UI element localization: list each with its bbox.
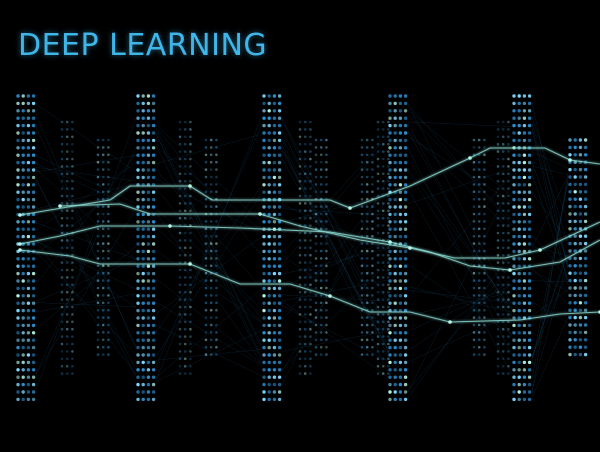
connection-line — [155, 227, 263, 323]
connection-line — [281, 197, 389, 372]
connection-line — [531, 192, 569, 241]
connection-line — [531, 301, 569, 324]
trace-node — [18, 248, 22, 252]
connection-line — [407, 104, 513, 226]
neuron-column-depth — [60, 120, 74, 375]
neural-network-graphic — [16, 94, 600, 402]
connection-line — [35, 240, 137, 308]
connection-line — [155, 123, 263, 367]
connection-line — [407, 131, 513, 317]
neuron-column — [388, 94, 408, 402]
connection-line — [531, 166, 569, 175]
connection-line — [35, 174, 137, 255]
connection-line — [35, 208, 137, 375]
trace-node — [188, 184, 192, 188]
connection-line — [531, 268, 569, 305]
trace-node — [188, 262, 192, 266]
connection-line — [155, 192, 263, 357]
connection-line — [155, 127, 263, 257]
neuron-column-depth — [376, 120, 390, 375]
connection-line — [531, 259, 569, 391]
connection-line — [35, 302, 137, 307]
neuron-column — [136, 94, 156, 402]
connection-line — [35, 163, 137, 209]
neuron-column-depth — [178, 120, 192, 375]
connection-line — [407, 104, 513, 305]
connection-line — [407, 167, 513, 205]
connection-line — [35, 155, 137, 173]
connection-line — [281, 158, 389, 351]
connection-line — [155, 133, 263, 165]
connection-line — [35, 179, 137, 378]
connection-line — [281, 147, 389, 351]
connection-line — [155, 250, 263, 324]
connection-line — [281, 248, 389, 275]
neuron-column — [568, 138, 588, 357]
trace-node — [388, 240, 392, 244]
deep-learning-illustration: DEEP LEARNING — [0, 0, 600, 452]
trace-node — [328, 294, 332, 298]
connection-line — [155, 128, 263, 349]
trace-node — [18, 242, 22, 246]
connection-line — [155, 349, 263, 361]
trace-node — [258, 212, 262, 216]
connection-line — [407, 251, 513, 399]
neuron-column — [16, 94, 36, 402]
connection-line — [35, 153, 137, 285]
connection-line — [531, 253, 569, 358]
trace-node — [18, 213, 22, 217]
connection-line — [531, 180, 569, 380]
connection-line — [531, 317, 569, 398]
connection-line — [155, 146, 263, 231]
connection-line — [531, 289, 569, 317]
neuron-column-depth — [204, 138, 218, 356]
connection-line — [407, 264, 513, 335]
connection-line — [155, 329, 263, 382]
connection-line — [155, 185, 263, 333]
connection-line — [407, 114, 513, 220]
connection-line — [35, 246, 137, 330]
connection-line — [35, 259, 137, 302]
connection-line — [155, 178, 263, 234]
connection-line — [155, 145, 263, 361]
trace-node — [568, 158, 572, 162]
connection-line — [407, 263, 513, 392]
neuron-column-depth — [496, 120, 510, 375]
connection-fan-lines — [35, 102, 569, 399]
connection-line — [35, 293, 137, 313]
trace-node — [538, 248, 542, 252]
trace-node — [58, 204, 62, 208]
trace-node — [408, 246, 412, 250]
connection-line — [35, 240, 137, 290]
neuron-column-depth — [298, 120, 312, 375]
connection-line — [35, 251, 137, 356]
connection-line — [407, 136, 513, 203]
trace-node — [448, 320, 452, 324]
trace-node — [348, 206, 352, 210]
connection-line — [35, 169, 137, 260]
neuron-column-depth — [96, 138, 110, 356]
connection-line — [531, 151, 569, 169]
connection-line — [155, 301, 263, 367]
trace-node — [508, 268, 512, 272]
neuron-column — [262, 94, 282, 402]
neuron-column — [512, 94, 532, 402]
connection-line — [155, 278, 263, 365]
connection-line — [35, 241, 137, 375]
connection-line — [155, 133, 263, 358]
neuron-column-depth — [314, 138, 328, 356]
connection-line — [531, 102, 569, 269]
trace-node — [168, 224, 172, 228]
connection-line — [35, 103, 137, 173]
connection-line — [35, 126, 137, 347]
trace-node — [468, 156, 472, 160]
connection-line — [155, 133, 263, 346]
